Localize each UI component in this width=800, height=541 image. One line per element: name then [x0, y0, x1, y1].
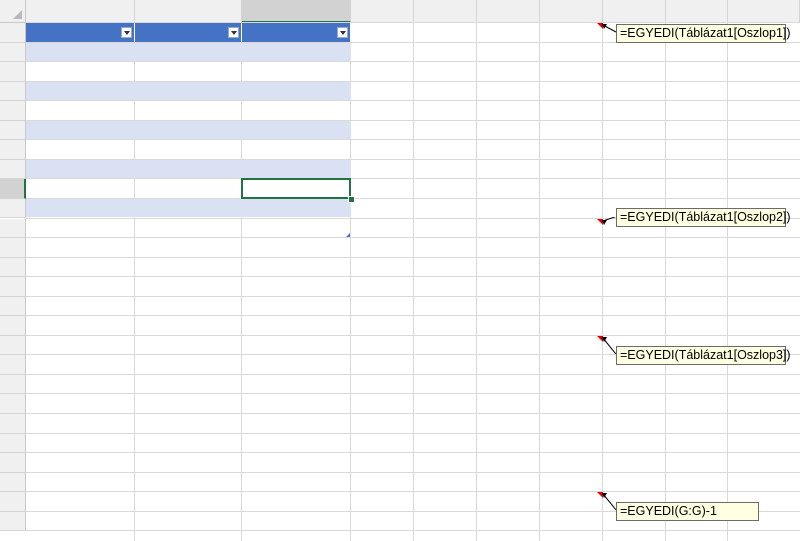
- filter-dropdown-button[interactable]: [121, 27, 132, 38]
- gridline-horizontal: [26, 237, 800, 239]
- column-header-h[interactable]: [603, 0, 666, 23]
- row-header-10[interactable]: [0, 198, 26, 219]
- gridline-horizontal: [26, 295, 800, 297]
- row-header-9[interactable]: [0, 179, 26, 199]
- gridline-horizontal: [26, 373, 800, 375]
- comment-note[interactable]: =EGYEDI(Táblázat1[Oszlop2]): [616, 208, 791, 227]
- gridline-horizontal: [26, 393, 800, 395]
- table-header-oszlop3[interactable]: [242, 23, 351, 42]
- row-header-11[interactable]: [0, 218, 26, 239]
- row-header-8[interactable]: [0, 159, 26, 180]
- row-header-2[interactable]: [0, 42, 26, 63]
- row-header-25[interactable]: [0, 492, 26, 512]
- gridline-horizontal: [26, 315, 800, 317]
- gridline-horizontal: [26, 471, 800, 473]
- row-header-21[interactable]: [0, 414, 26, 434]
- gridline-horizontal: [26, 452, 800, 454]
- row-header-26[interactable]: [0, 511, 26, 532]
- table-header-oszlop2[interactable]: [135, 23, 242, 42]
- column-header-d[interactable]: [351, 0, 414, 23]
- column-header-g[interactable]: [540, 0, 603, 23]
- row-header-1[interactable]: [0, 23, 26, 43]
- column-header-i[interactable]: [666, 0, 728, 23]
- fill-handle[interactable]: [348, 195, 355, 203]
- gridline-horizontal: [26, 256, 800, 258]
- column-header-b[interactable]: [135, 0, 242, 23]
- comment-note[interactable]: =EGYEDI(G:G)-1: [616, 502, 759, 521]
- column-header-a[interactable]: [26, 0, 135, 23]
- gridline-horizontal: [26, 61, 800, 63]
- gridline-horizontal: [26, 413, 800, 414]
- row-header-20[interactable]: [0, 394, 26, 414]
- row-header-23[interactable]: [0, 453, 26, 473]
- row-header-7[interactable]: [0, 140, 26, 160]
- table-band-row: [26, 42, 351, 62]
- table-resize-handle[interactable]: [346, 233, 350, 238]
- column-header-c[interactable]: [242, 0, 351, 23]
- column-header-j[interactable]: [728, 0, 800, 23]
- comment-note[interactable]: =EGYEDI(Táblázat1[Oszlop1]): [616, 24, 791, 43]
- table-header-oszlop1[interactable]: [26, 23, 135, 42]
- row-header-24[interactable]: [0, 472, 26, 493]
- row-header-16[interactable]: [0, 316, 26, 336]
- filter-dropdown-button[interactable]: [228, 27, 239, 38]
- row-header-6[interactable]: [0, 120, 26, 141]
- selected-cell-c9[interactable]: [241, 178, 351, 199]
- gridline-horizontal: [26, 276, 800, 278]
- row-header-18[interactable]: [0, 355, 26, 375]
- comment-note[interactable]: =EGYEDI(Táblázat1[Oszlop3]): [616, 346, 791, 365]
- row-header-17[interactable]: [0, 335, 26, 356]
- gridline-horizontal: [26, 178, 800, 180]
- row-header-4[interactable]: [0, 81, 26, 102]
- row-header-13[interactable]: [0, 257, 26, 278]
- table-band-row: [26, 159, 351, 179]
- column-header-f[interactable]: [477, 0, 540, 23]
- filter-dropdown-button[interactable]: [337, 27, 348, 38]
- row-header-3[interactable]: [0, 62, 26, 82]
- gridline-horizontal: [26, 491, 800, 493]
- gridline-horizontal: [26, 139, 800, 141]
- row-header-12[interactable]: [0, 238, 26, 258]
- gridline-horizontal: [26, 100, 800, 102]
- gridline-horizontal: [26, 334, 800, 336]
- select-all-corner[interactable]: [0, 0, 26, 23]
- row-header-19[interactable]: [0, 374, 26, 395]
- table-band-row: [26, 120, 351, 140]
- row-header-22[interactable]: [0, 433, 26, 454]
- row-header-14[interactable]: [0, 277, 26, 297]
- row-header-5[interactable]: [0, 101, 26, 121]
- gridline-horizontal: [26, 432, 800, 434]
- table-band-row: [26, 198, 351, 218]
- spreadsheet[interactable]: =EGYEDI(Táblázat1[Oszlop1]) =EGYEDI(Táblá…: [0, 0, 800, 541]
- row-header-15[interactable]: [0, 296, 26, 317]
- column-header-e[interactable]: [414, 0, 477, 23]
- table-band-row: [26, 81, 351, 101]
- gridline-horizontal: [26, 530, 800, 532]
